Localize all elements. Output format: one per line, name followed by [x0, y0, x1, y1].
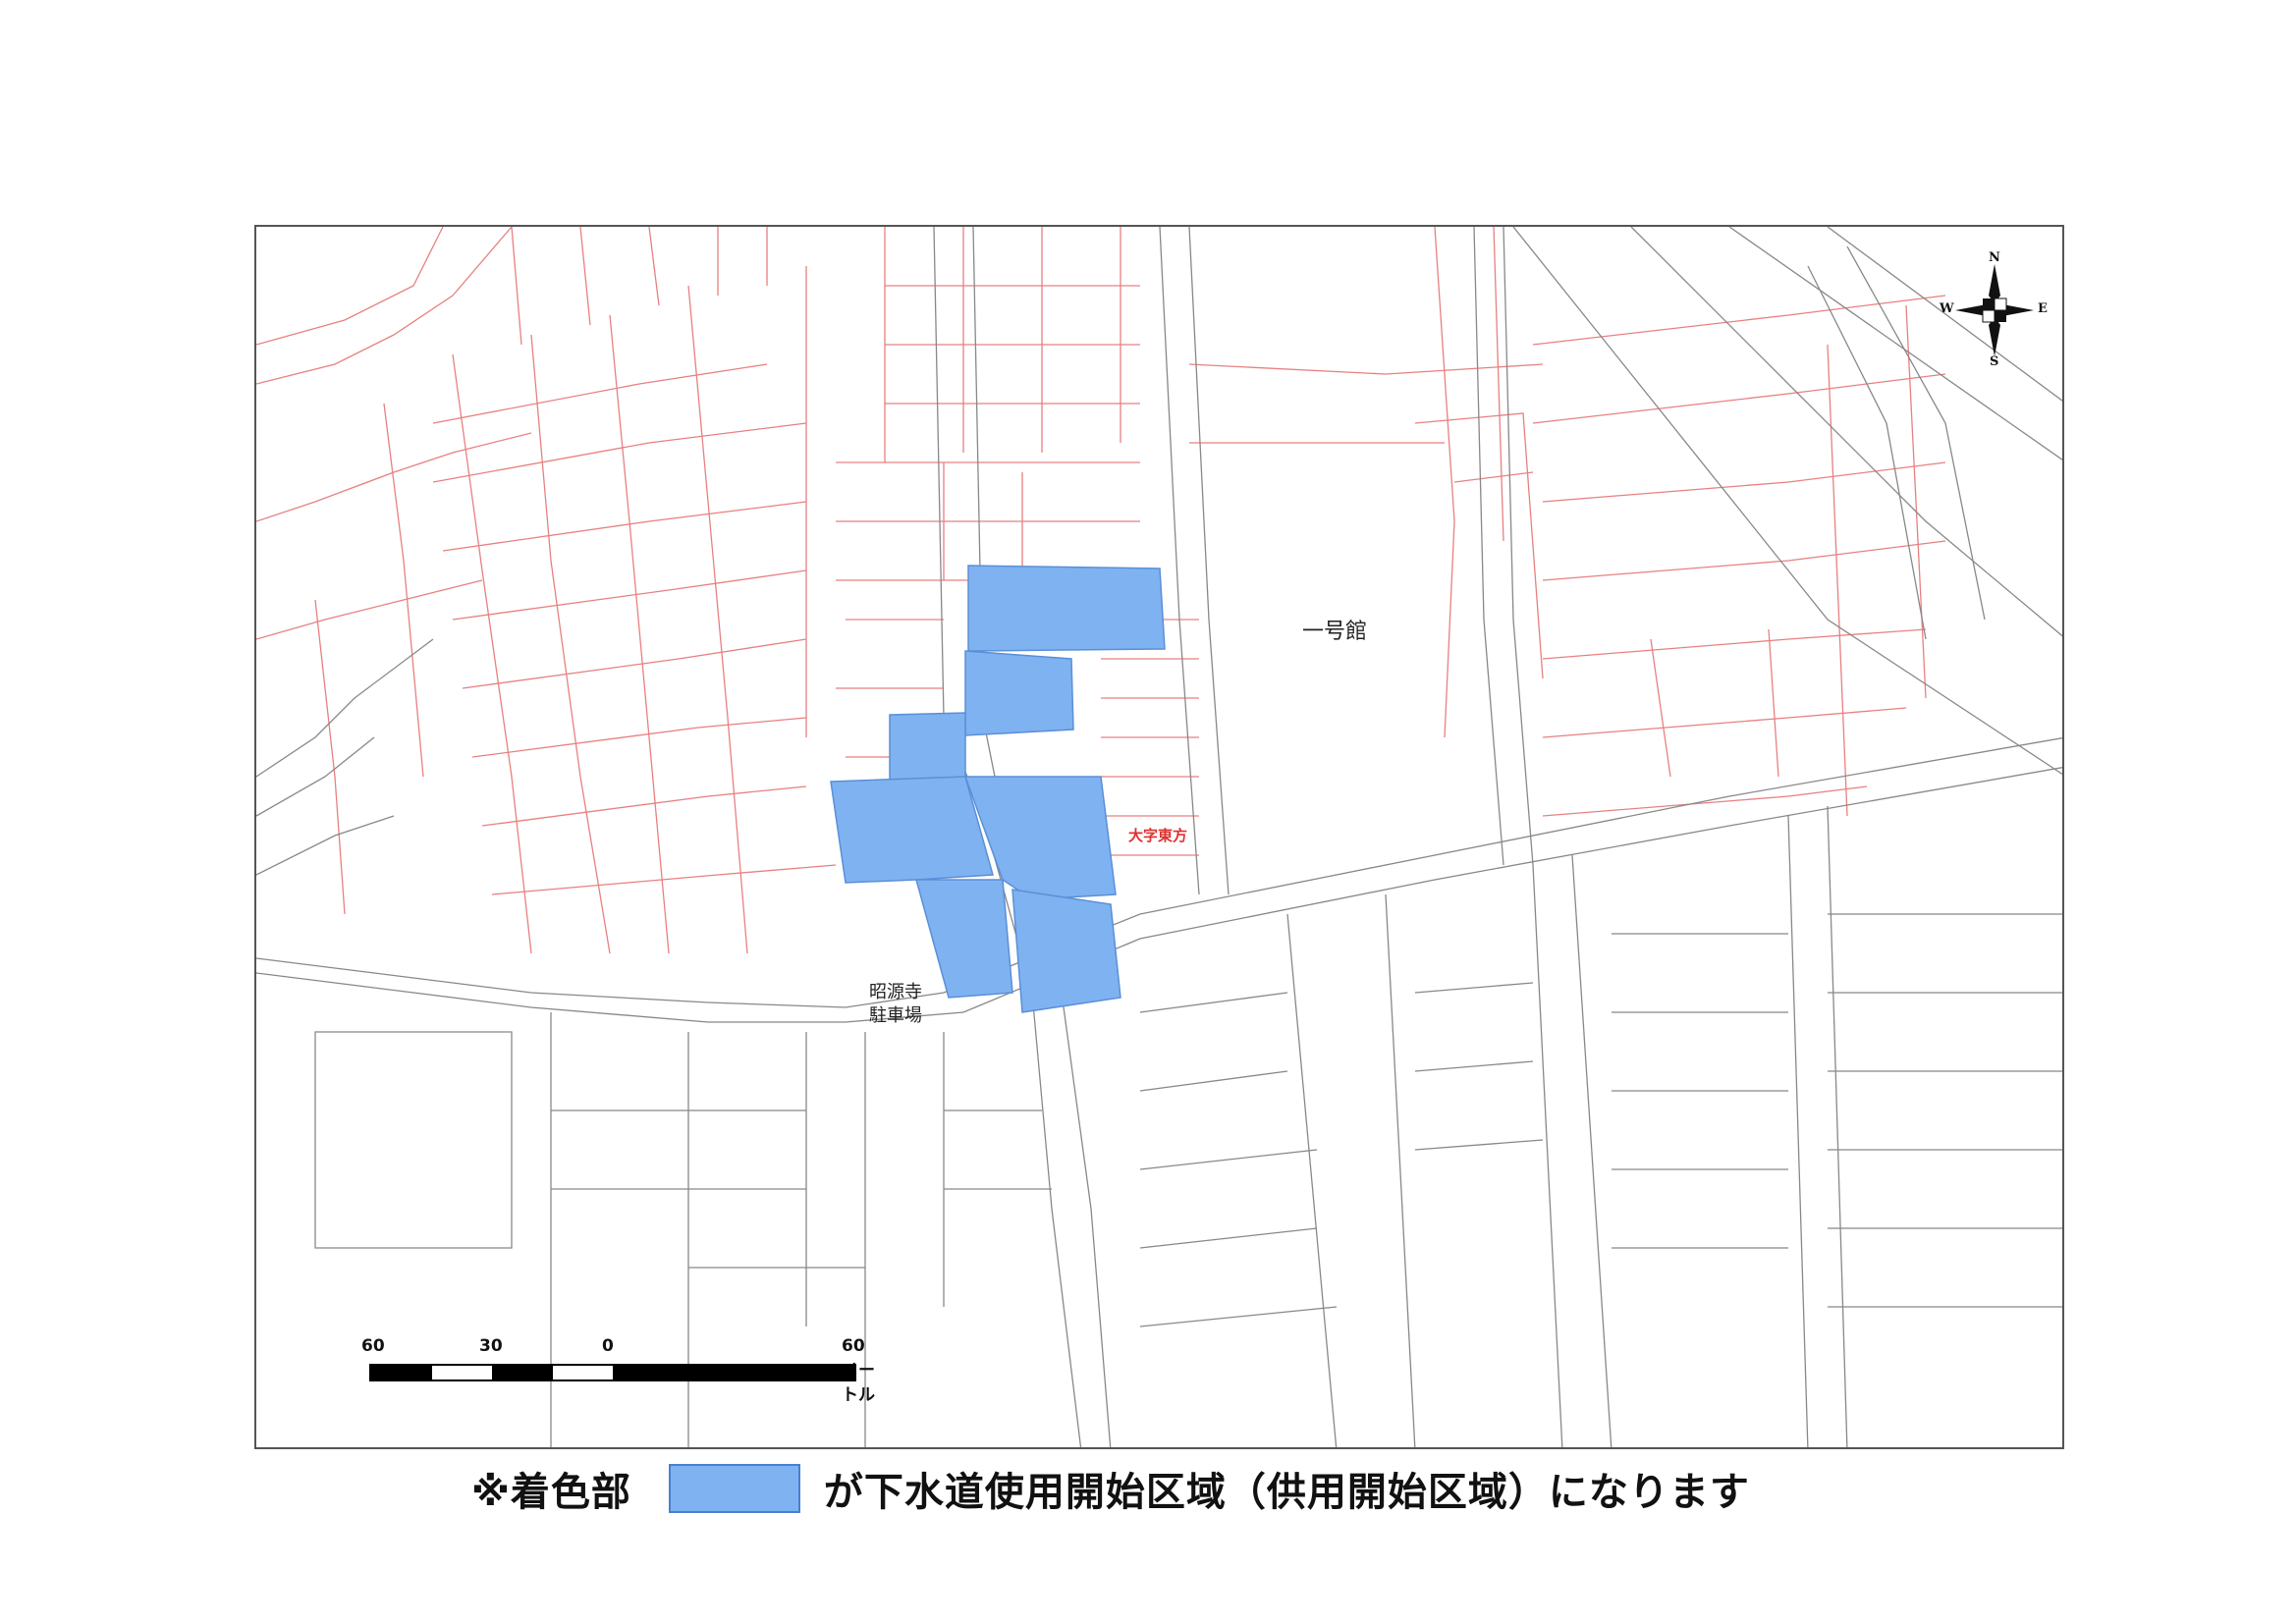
served-parcel [1011, 889, 1121, 1013]
road-line [1503, 227, 1534, 866]
parcel-line [462, 638, 807, 689]
parcel-line [687, 285, 748, 954]
road-line [1385, 893, 1416, 1447]
parcel-line [1827, 344, 1848, 817]
compass-w: W [1940, 301, 1954, 316]
served-parcel [889, 712, 966, 783]
road-line [1787, 815, 1809, 1447]
scale-bar-segments [369, 1364, 856, 1381]
parcel-line [511, 227, 522, 346]
parcel-line [609, 314, 670, 954]
road-line [1807, 265, 1927, 640]
parcel-line [1532, 295, 1946, 346]
road-line [1414, 1060, 1534, 1072]
road-line [1414, 982, 1534, 994]
road-line [314, 1031, 513, 1249]
parcel-line [1453, 471, 1534, 483]
parcel-line [256, 579, 483, 640]
road-line [1139, 1070, 1288, 1092]
parcel-line [471, 717, 807, 758]
parcel-line [1188, 363, 1544, 375]
parcel-line [579, 227, 591, 326]
parcel-line [256, 227, 513, 385]
parcel-line [442, 501, 807, 552]
road-line [1139, 992, 1288, 1013]
legend-suffix: が下水道使用開始区域（供用開始区域）になります [823, 1470, 1750, 1515]
area-name-label: 大字東方 [1128, 827, 1188, 844]
road-line [1286, 913, 1338, 1447]
parcel-line [1650, 638, 1671, 778]
parcel-line [1542, 628, 1927, 660]
parcel-line [452, 353, 532, 954]
road-line [1188, 227, 1230, 895]
road-line [1139, 1227, 1318, 1249]
parcel-line [452, 569, 807, 621]
road-line [1139, 1149, 1318, 1170]
road-line [1532, 864, 1563, 1447]
road-line [1159, 227, 1200, 895]
road-line [1571, 854, 1613, 1447]
compass-s: S [1990, 354, 1999, 369]
parcel-line [1493, 227, 1504, 542]
parcel-line [530, 334, 611, 954]
road-line [1473, 227, 1504, 866]
parcel-line [383, 403, 424, 778]
compass-rose: N S E W [1940, 250, 2048, 369]
legend: ※着色部 が下水道使用開始区域（供用開始区域）になります [471, 1459, 1750, 1518]
scale-tick-30: 30 [479, 1336, 503, 1356]
parking-lot-label: 昭源寺 駐車場 [869, 981, 922, 1028]
road-line [1414, 1139, 1544, 1151]
served-parcel [967, 565, 1166, 652]
legend-prefix: ※着色部 [471, 1470, 631, 1515]
parcel-line [648, 227, 660, 306]
building-label: 一号館 [1302, 620, 1368, 644]
parcel-line [256, 227, 444, 346]
parcel-line [1532, 373, 1946, 424]
parcel-line [1542, 461, 1946, 503]
served-area [830, 565, 1166, 1013]
road-line [1827, 805, 1848, 1447]
parcel-line [1434, 227, 1455, 738]
scale-tick-0: 0 [602, 1336, 614, 1356]
parcel-line [432, 363, 768, 424]
road-line [256, 638, 434, 778]
road-line [1139, 1306, 1338, 1327]
parcel-line [1542, 707, 1907, 738]
parcel-line [481, 785, 807, 827]
road-line [256, 736, 375, 817]
parcel-line [1542, 540, 1946, 581]
parcel-line [491, 864, 837, 895]
legend-swatch [668, 1464, 800, 1513]
parking-lot-label-line1: 昭源寺 [869, 982, 922, 1002]
parcel-line [432, 422, 807, 483]
served-parcel [830, 776, 994, 884]
scale-tick-60-left: 60 [361, 1336, 385, 1356]
compass-e: E [2038, 301, 2048, 316]
compass-icon [1955, 264, 2034, 356]
parcel-line [1414, 412, 1544, 679]
compass-n: N [1989, 250, 2000, 265]
map-frame: N S E W 一号館 昭源寺 駐車場 大字東方 60 30 0 60 メートル [254, 225, 2064, 1449]
road-line [256, 815, 395, 876]
scale-bar: 60 30 0 60 メートル [361, 1336, 880, 1405]
served-parcel [915, 879, 1013, 999]
parcel-line [1768, 628, 1779, 778]
parcel-line [1905, 304, 1927, 699]
served-parcel [964, 650, 1074, 736]
parking-lot-label-line2: 駐車場 [869, 1005, 922, 1026]
parcel-line [314, 599, 346, 915]
